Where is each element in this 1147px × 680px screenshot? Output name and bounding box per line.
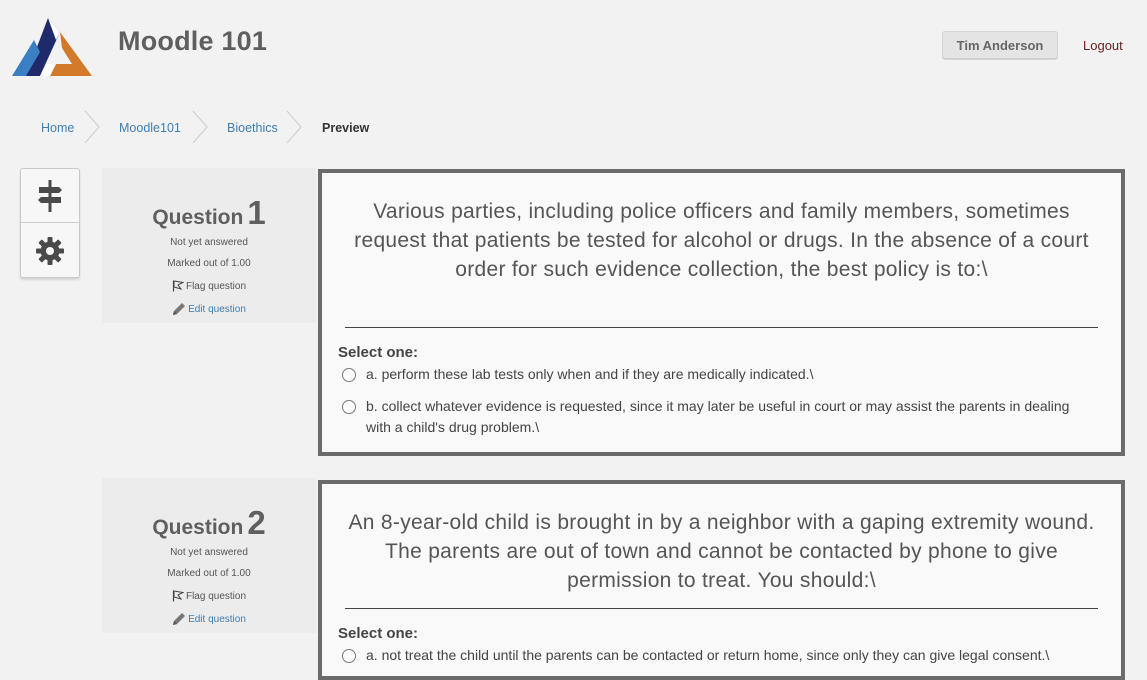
answer-radio[interactable] xyxy=(342,400,356,414)
question-text: Various parties, including police office… xyxy=(354,200,1089,281)
flag-icon xyxy=(172,590,184,602)
flag-question-link[interactable]: Flag question xyxy=(102,280,316,292)
site-logo[interactable] xyxy=(12,18,92,76)
breadcrumb-course[interactable]: Moodle101 xyxy=(119,121,181,135)
pencil-icon xyxy=(173,303,186,315)
breadcrumb: Home Moodle101 Bioethics Preview xyxy=(0,110,420,146)
select-one-label: Select one: xyxy=(338,344,419,361)
user-menu-button[interactable]: Tim Anderson xyxy=(942,31,1058,60)
page-header: Moodle 101 Tim Anderson Logout xyxy=(0,0,1147,90)
question-divider xyxy=(345,608,1098,609)
breadcrumb-current: Preview xyxy=(322,121,370,135)
flag-icon xyxy=(172,280,184,292)
question-content: An 8-year-old child is brought in by a n… xyxy=(318,480,1125,680)
question-status: Not yet answered xyxy=(170,547,248,558)
flag-question-link[interactable]: Flag question xyxy=(102,590,316,602)
chevron-right-icon xyxy=(286,110,302,144)
chevron-right-icon xyxy=(84,110,100,144)
question-divider xyxy=(345,327,1098,328)
signpost-icon xyxy=(38,179,62,212)
question-marks: Marked out of 1.00 xyxy=(167,568,251,579)
answer-option[interactable]: a. perform these lab tests only when and… xyxy=(342,364,1102,386)
logo-icon xyxy=(12,18,92,76)
settings-button[interactable] xyxy=(21,224,79,278)
question-info: Question 2 Not yet answered Marked out of… xyxy=(102,478,316,633)
question-number: 2 xyxy=(247,504,266,541)
chevron-right-icon xyxy=(192,110,208,144)
edit-question-link[interactable]: Edit question xyxy=(102,612,316,626)
answer-radio[interactable] xyxy=(342,649,356,663)
question-title: Question 1 xyxy=(152,194,266,231)
breadcrumb-quiz[interactable]: Bioethics xyxy=(227,121,278,135)
question-text: An 8-year-old child is brought in by a n… xyxy=(348,511,1095,592)
answer-text: a. not treat the child until the parents… xyxy=(366,647,1050,663)
site-title[interactable]: Moodle 101 xyxy=(118,26,267,57)
gear-icon xyxy=(36,237,64,265)
select-one-label: Select one: xyxy=(338,625,419,642)
answer-option[interactable]: b. collect whatever evidence is requeste… xyxy=(342,396,1102,440)
question-info: Question 1 Not yet answered Marked out of… xyxy=(102,168,316,323)
side-block xyxy=(20,168,80,278)
question-marks: Marked out of 1.00 xyxy=(167,258,251,269)
question-number: 1 xyxy=(247,194,266,231)
question-title: Question 2 xyxy=(152,504,266,541)
pencil-icon xyxy=(173,613,186,625)
breadcrumb-home[interactable]: Home xyxy=(41,121,74,135)
edit-question-link[interactable]: Edit question xyxy=(102,302,316,316)
logout-link[interactable]: Logout xyxy=(1083,38,1123,53)
answer-text: a. perform these lab tests only when and… xyxy=(366,366,814,382)
answer-option[interactable]: a. not treat the child until the parents… xyxy=(342,645,1102,667)
question-content: Various parties, including police office… xyxy=(318,169,1125,456)
navigation-button[interactable] xyxy=(21,169,79,223)
answer-radio[interactable] xyxy=(342,368,356,382)
question-status: Not yet answered xyxy=(170,237,248,248)
answer-text: b. collect whatever evidence is requeste… xyxy=(366,398,1070,435)
